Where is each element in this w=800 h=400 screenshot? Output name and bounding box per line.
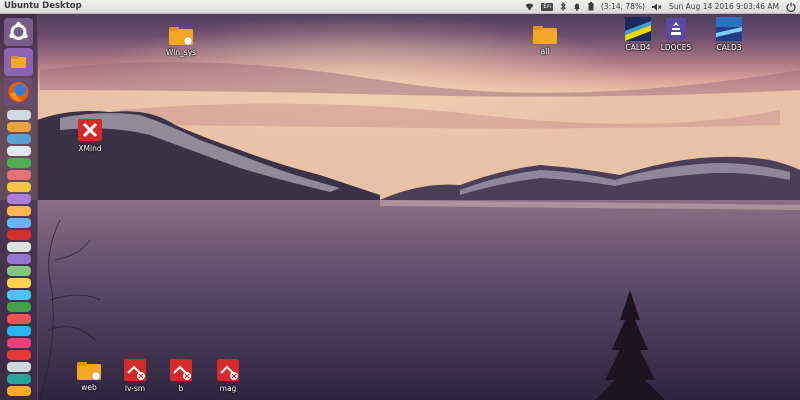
launcher-entry[interactable]: [7, 302, 31, 312]
keyboard-layout-indicator[interactable]: En: [541, 2, 553, 11]
folder-icon: [533, 26, 557, 44]
mindmap-file-icon: [124, 359, 146, 381]
launcher-entry[interactable]: [7, 158, 31, 168]
launcher-entry[interactable]: [7, 266, 31, 276]
ldoce-dictionary-icon: [666, 18, 686, 40]
desktop-icon-label: XMind: [78, 144, 102, 153]
desktop-icon-label: Win_sys: [165, 48, 197, 57]
indicator-area: En (3:14, 78%) Sun Aug 14 2016 9:03:46 A…: [525, 0, 796, 13]
files-icon: [11, 56, 26, 68]
launcher-entry[interactable]: [7, 146, 31, 156]
top-panel: Ubuntu Desktop En (3:14, 78%) Sun Aug 14…: [0, 0, 800, 14]
launcher-entry[interactable]: [7, 182, 31, 192]
launcher-entry[interactable]: [7, 242, 31, 252]
desktop-icon-mag[interactable]: mag: [198, 358, 258, 393]
desktop-icon-label: CALD3: [716, 43, 742, 52]
launcher-entry[interactable]: [7, 374, 31, 384]
launcher-entry[interactable]: [7, 194, 31, 204]
battery-status[interactable]: (3:14, 78%): [601, 0, 645, 13]
volume-muted-icon[interactable]: [652, 0, 662, 13]
launcher-entry[interactable]: [7, 314, 31, 324]
notification-bell-icon[interactable]: [573, 0, 581, 13]
desktop-icon-xmind[interactable]: XMind: [60, 118, 120, 153]
launcher-entry[interactable]: [7, 170, 31, 180]
clock[interactable]: Sun Aug 14 2016 9:03:46 AM: [669, 0, 779, 13]
firefox-launcher-button[interactable]: [4, 78, 33, 106]
mindmap-file-icon: [170, 359, 192, 381]
desktop-icon-all[interactable]: all: [515, 25, 575, 56]
xmind-icon: [78, 119, 102, 141]
desktop-screen: Ubuntu Desktop En (3:14, 78%) Sun Aug 14…: [0, 0, 800, 400]
desktop-icon-label: all: [540, 47, 550, 56]
dash-home-button[interactable]: [4, 18, 33, 46]
desktop-icon-ldoces[interactable]: LDOCE5: [646, 17, 706, 52]
window-title: Ubuntu Desktop: [4, 1, 82, 11]
battery-icon[interactable]: [588, 0, 594, 13]
launcher-entry[interactable]: [7, 230, 31, 240]
desktop-icon-cald3[interactable]: CALD3: [699, 17, 759, 52]
launcher-entry[interactable]: [7, 122, 31, 132]
bluetooth-icon[interactable]: [560, 0, 566, 13]
launcher-entry[interactable]: [7, 290, 31, 300]
launcher-entry[interactable]: [7, 134, 31, 144]
cald3-dictionary-icon: [716, 17, 742, 41]
folder-icon: [77, 362, 101, 381]
ubuntu-logo-icon: [9, 21, 28, 40]
desktop-icon-label: LDOCE5: [660, 43, 692, 52]
launcher-entry[interactable]: [7, 386, 31, 396]
files-launcher-button[interactable]: [4, 48, 33, 76]
launcher-entry[interactable]: [7, 362, 31, 372]
launcher: [0, 14, 38, 400]
firefox-icon: [8, 82, 29, 102]
session-menu-icon[interactable]: [786, 0, 796, 13]
launcher-entry[interactable]: [7, 350, 31, 360]
folder-icon: [169, 27, 193, 46]
wifi-icon[interactable]: [525, 0, 534, 13]
launcher-entry[interactable]: [7, 326, 31, 336]
launcher-entry[interactable]: [7, 338, 31, 348]
mindmap-file-icon: [217, 359, 239, 381]
launcher-entry[interactable]: [7, 110, 31, 120]
launcher-entry[interactable]: [7, 278, 31, 288]
desktop-icon-label: mag: [219, 384, 237, 393]
launcher-entry[interactable]: [7, 218, 31, 228]
launcher-entry[interactable]: [7, 206, 31, 216]
desktop-icon-win-sys[interactable]: Win_sys: [151, 26, 211, 57]
launcher-entry[interactable]: [7, 254, 31, 264]
wallpaper: [0, 0, 800, 400]
